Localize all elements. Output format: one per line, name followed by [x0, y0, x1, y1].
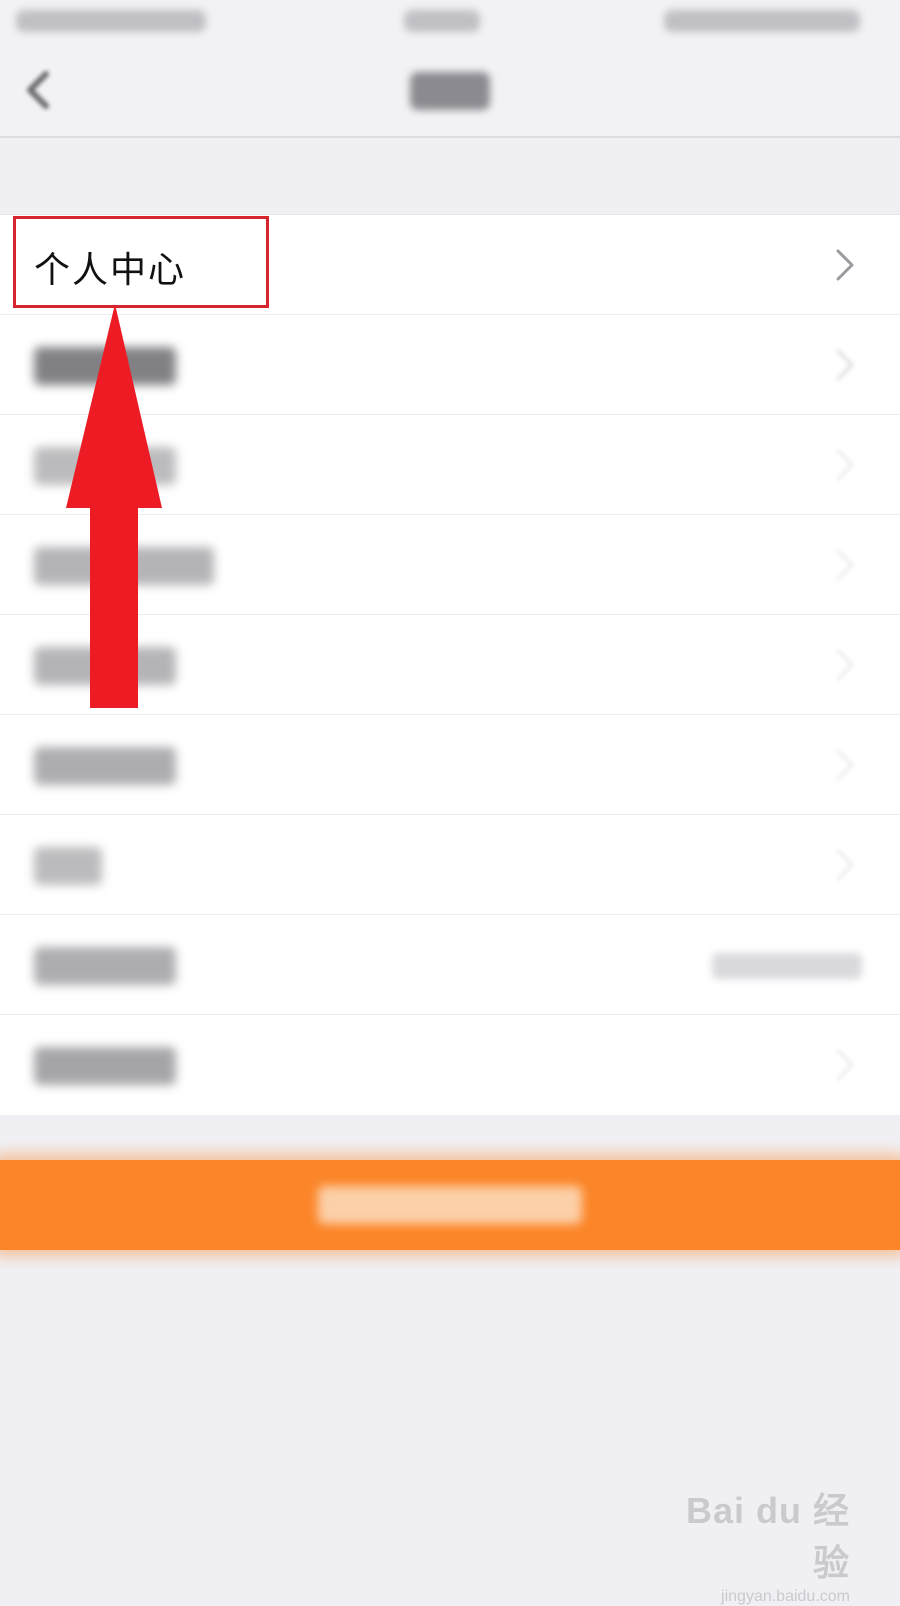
menu-item-label: [34, 747, 176, 785]
annotation-highlight-box: [13, 216, 269, 308]
status-time: [404, 10, 480, 32]
page-title: [410, 72, 490, 110]
watermark-url: jingyan.baidu.com: [721, 1588, 850, 1605]
chevron-right-icon: [836, 249, 854, 281]
menu-item-label: [34, 847, 102, 885]
menu-item-value: [712, 953, 862, 979]
annotation-arrow-up-icon: [66, 304, 162, 708]
nav-bar: [0, 44, 900, 138]
menu-item-8[interactable]: [0, 915, 900, 1015]
chevron-right-icon: [836, 649, 854, 681]
logout-button-label: [318, 1186, 582, 1224]
watermark-logo: Bai du 经验: [685, 1490, 850, 1583]
chevron-left-icon[interactable]: [18, 70, 58, 110]
menu-item-6[interactable]: [0, 715, 900, 815]
menu-item-9[interactable]: [0, 1015, 900, 1115]
baidu-jingyan-watermark: Bai du 经验 jingyan.baidu.com: [680, 1482, 850, 1605]
carrier-signal: [16, 10, 206, 32]
menu-item-label: [34, 947, 176, 985]
menu-item-7[interactable]: [0, 815, 900, 915]
chevron-right-icon: [836, 449, 854, 481]
chevron-right-icon: [836, 1049, 854, 1081]
menu-item-label: [34, 1047, 176, 1085]
chevron-right-icon: [836, 849, 854, 881]
logout-button[interactable]: [0, 1160, 900, 1250]
status-bar: [0, 0, 900, 44]
chevron-right-icon: [836, 749, 854, 781]
chevron-right-icon: [836, 349, 854, 381]
battery-icon: [664, 10, 860, 32]
chevron-right-icon: [836, 549, 854, 581]
